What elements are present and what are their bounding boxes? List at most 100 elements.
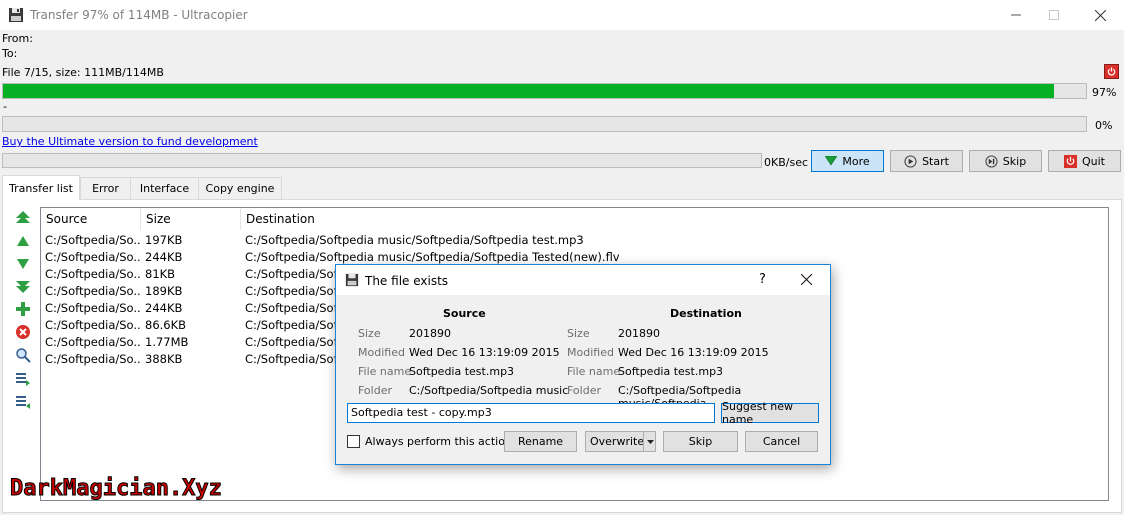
source-cell: C:/Softpedia/So...	[45, 301, 141, 315]
size-cell: 244KB	[145, 250, 183, 264]
source-cell: C:/Softpedia/So...	[45, 233, 141, 247]
source-folder-value: C:/Softpedia/Softpedia music	[409, 384, 569, 397]
source-cell: C:/Softpedia/So...	[45, 267, 141, 281]
suggest-new-name-button[interactable]: Suggest new name	[721, 400, 819, 426]
destination-cell: C:/Softpedia/Soft	[245, 284, 342, 298]
power-icon[interactable]	[1104, 64, 1119, 79]
overwrite-dropdown-arrow[interactable]	[643, 432, 656, 451]
dialog-title-bar[interactable]: The file exists ?	[336, 265, 830, 295]
destination-modified-value: Wed Dec 16 13:19:09 2015	[618, 346, 769, 359]
current-file-label: -	[3, 100, 7, 113]
move-bottom-icon[interactable]	[14, 277, 32, 295]
skip-button[interactable]: Skip	[969, 150, 1042, 172]
destination-cell: C:/Softpedia/Soft	[245, 318, 342, 332]
close-button[interactable]	[1077, 0, 1123, 30]
destination-size-label: Size	[567, 327, 590, 340]
destination-cell: C:/Softpedia/Softpedia music/Softpedia/S…	[245, 233, 584, 247]
more-button[interactable]: More	[811, 150, 884, 172]
destination-cell: C:/Softpedia/Soft	[245, 267, 342, 281]
destination-column-header: Destination	[670, 307, 742, 320]
start-button[interactable]: Start	[890, 150, 963, 172]
destination-filename-label: File name	[567, 365, 621, 378]
source-filename-label: File name	[358, 365, 412, 378]
table-row[interactable]: C:/Softpedia/So... 197KB C:/Softpedia/So…	[41, 232, 1108, 249]
to-label: To:	[2, 47, 18, 60]
add-icon[interactable]	[14, 300, 32, 318]
file-exists-dialog: The file exists ? Source Destination Siz…	[335, 264, 831, 465]
chevron-down-icon	[646, 439, 654, 444]
destination-size-value: 201890	[618, 327, 660, 340]
source-cell: C:/Softpedia/So...	[45, 335, 141, 349]
column-header-source[interactable]: Source	[41, 208, 141, 230]
column-header-destination[interactable]: Destination	[241, 208, 1107, 230]
destination-filename-value: Softpedia test.mp3	[618, 365, 724, 378]
destination-cell: C:/Softpedia/Soft	[245, 335, 342, 349]
title-bar[interactable]: Transfer 97% of 114MB - Ultracopier	[0, 0, 1124, 30]
tab-transfer-list[interactable]: Transfer list	[2, 175, 80, 200]
current-progress-text: 0%	[1095, 119, 1113, 132]
from-label: From:	[2, 32, 33, 45]
window-title: Transfer 97% of 114MB - Ultracopier	[30, 8, 248, 22]
source-modified-value: Wed Dec 16 13:19:09 2015	[409, 346, 560, 359]
skip-button-label: Skip	[1002, 154, 1027, 168]
destination-modified-label: Modified	[567, 346, 614, 359]
promo-link[interactable]: Buy the Ultimate version to fund develop…	[2, 135, 258, 148]
import-list-icon[interactable]	[14, 393, 32, 411]
size-cell: 81KB	[145, 267, 176, 281]
dialog-cancel-button[interactable]: Cancel	[745, 431, 818, 452]
always-perform-checkbox[interactable]	[347, 435, 360, 448]
move-top-icon[interactable]	[14, 209, 32, 227]
size-cell: 197KB	[145, 233, 183, 247]
current-progress-bar	[2, 116, 1087, 132]
close-icon[interactable]	[801, 274, 812, 285]
floppy-disk-icon	[9, 8, 23, 22]
size-cell: 1.77MB	[145, 335, 189, 349]
rename-button[interactable]: Rename	[504, 431, 577, 452]
floppy-disk-icon	[345, 273, 359, 287]
source-folder-label: Folder	[358, 384, 392, 397]
new-name-input[interactable]: Softpedia test - copy.mp3	[347, 403, 715, 423]
maximize-icon	[1049, 10, 1059, 20]
column-header-size[interactable]: Size	[141, 208, 241, 230]
size-cell: 86.6KB	[145, 318, 187, 332]
size-cell: 388KB	[145, 352, 183, 366]
power-icon	[1064, 154, 1077, 168]
overwrite-button[interactable]: Overwrite	[585, 431, 656, 452]
quit-button[interactable]: Quit	[1048, 150, 1121, 172]
dialog-skip-button[interactable]: Skip	[663, 431, 738, 452]
speed-text: 0KB/sec	[764, 156, 809, 169]
watermark-text: DarkMagician.Xyz	[10, 476, 223, 502]
source-cell: C:/Softpedia/So...	[45, 318, 141, 332]
quit-button-label: Quit	[1082, 154, 1105, 168]
more-button-label: More	[842, 154, 870, 168]
size-cell: 189KB	[145, 284, 183, 298]
file-info-label: File 7/15, size: 111MB/114MB	[2, 66, 164, 79]
tab-interface[interactable]: Interface	[130, 177, 199, 199]
source-cell: C:/Softpedia/So...	[45, 250, 141, 264]
speed-slider[interactable]	[2, 153, 762, 168]
help-button[interactable]: ?	[759, 272, 766, 287]
always-perform-label: Always perform this action	[365, 435, 512, 448]
delete-icon[interactable]	[14, 323, 32, 341]
move-up-icon[interactable]	[14, 232, 32, 250]
source-column-header: Source	[443, 307, 486, 320]
maximize-button[interactable]	[1031, 0, 1077, 30]
start-button-label: Start	[922, 154, 949, 168]
move-down-icon[interactable]	[14, 255, 32, 273]
tab-error[interactable]: Error	[80, 177, 131, 199]
play-icon	[904, 154, 917, 168]
export-list-icon[interactable]	[14, 370, 32, 388]
source-filename-value: Softpedia test.mp3	[409, 365, 515, 378]
destination-cell: C:/Softpedia/Soft	[245, 301, 342, 315]
overall-progress-fill	[3, 84, 1054, 98]
destination-folder-label: Folder	[567, 384, 601, 397]
source-cell: C:/Softpedia/So...	[45, 352, 141, 366]
source-size-value: 201890	[409, 327, 451, 340]
size-cell: 244KB	[145, 301, 183, 315]
source-size-label: Size	[358, 327, 381, 340]
search-icon[interactable]	[14, 346, 32, 364]
dialog-title: The file exists	[365, 274, 449, 288]
overall-progress-bar	[2, 83, 1087, 99]
source-cell: C:/Softpedia/So...	[45, 284, 141, 298]
tab-copy-engine[interactable]: Copy engine	[198, 177, 282, 199]
